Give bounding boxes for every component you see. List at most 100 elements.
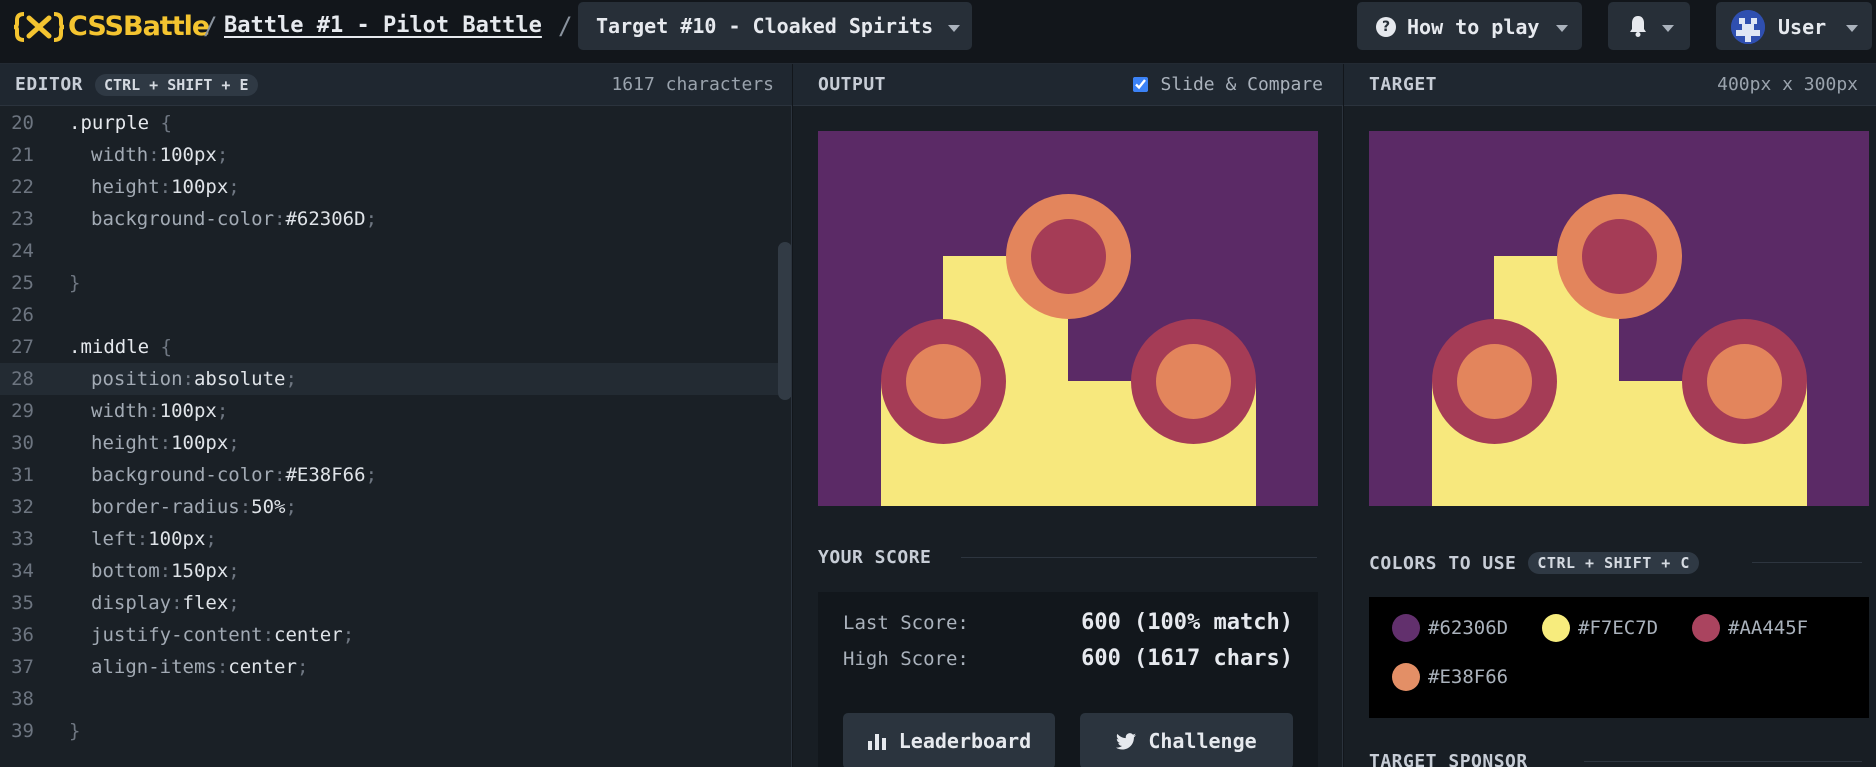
line-number: 35	[11, 592, 34, 614]
css-semicolon: ;	[365, 208, 378, 230]
output-shape-left-ring	[881, 319, 1006, 444]
output-preview[interactable]	[818, 131, 1318, 506]
line-number: 36	[11, 624, 34, 646]
css-colon: :	[159, 432, 172, 454]
line-number: 33	[11, 528, 34, 550]
notifications-button[interactable]	[1608, 2, 1690, 50]
avatar-pattern-icon	[1731, 10, 1765, 44]
code-text: width:100px;	[91, 395, 228, 427]
css-semicolon: ;	[216, 144, 229, 166]
slide-compare-checkbox[interactable]	[1133, 77, 1149, 92]
slide-compare-label: Slide & Compare	[1160, 74, 1323, 95]
color-dot	[1542, 614, 1570, 642]
colors-to-use-heading: COLORS TO USE CTRL + SHIFT + C	[1369, 552, 1699, 574]
color-swatch-purple[interactable]: #62306D	[1392, 614, 1508, 642]
css-selector: .purple	[69, 112, 150, 134]
code-text: height:100px;	[91, 427, 240, 459]
code-editor[interactable]: 20 .purple { 21 width:100px; 22 height:100px;…	[0, 106, 792, 767]
code-text: .middle {	[69, 331, 172, 363]
code-text: position:absolute;	[91, 363, 297, 395]
css-value: 150px	[171, 560, 229, 582]
target-shape-right-ring	[1682, 319, 1807, 444]
breadcrumb-battle-link[interactable]: Battle #1 - Pilot Battle	[224, 11, 542, 41]
css-value: #62306D	[285, 208, 366, 230]
code-line: 28 position:absolute;	[0, 363, 778, 395]
css-value: absolute	[193, 368, 286, 390]
color-code: #E38F66	[1428, 666, 1509, 688]
breadcrumb-separator: /	[558, 12, 573, 40]
color-swatch-orange[interactable]: #E38F66	[1392, 663, 1508, 691]
code-line: 29 width:100px;	[0, 395, 778, 427]
color-palette: #62306D #F7EC7D #AA445F #E38F66	[1369, 597, 1869, 718]
chevron-down-icon	[1556, 25, 1568, 32]
css-property: border-radius	[91, 496, 240, 518]
css-colon: :	[159, 176, 172, 198]
chevron-down-icon	[948, 25, 960, 32]
output-panel: YOUR SCORE Last Score: 600 (100% match) …	[793, 106, 1343, 767]
css-brace: {	[149, 336, 172, 358]
challenge-button[interactable]: Challenge	[1080, 713, 1293, 767]
user-menu-button[interactable]: User	[1716, 2, 1872, 50]
css-property: background-color	[91, 464, 275, 486]
code-text: border-radius:50%;	[91, 491, 297, 523]
code-line: 25}	[0, 267, 778, 299]
colors-shortcut-badge: CTRL + SHIFT + C	[1528, 552, 1699, 574]
bar-chart-icon	[867, 734, 886, 750]
css-property: display	[91, 592, 172, 614]
target-preview[interactable]	[1369, 131, 1869, 506]
code-line: 37 align-items:center;	[0, 651, 778, 683]
code-line: 27 .middle {	[0, 331, 778, 363]
css-value: center	[228, 656, 297, 678]
line-number: 32	[11, 496, 34, 518]
css-brace: }	[69, 272, 81, 294]
editor-header: EDITOR CTRL + SHIFT + E 1617 characters	[0, 64, 792, 106]
slide-compare-toggle[interactable]: Slide & Compare	[1133, 74, 1323, 95]
code-line: 32 border-radius:50%;	[0, 491, 778, 523]
target-size: 400px x 300px	[1717, 74, 1858, 95]
css-colon: :	[148, 400, 160, 422]
line-number: 34	[11, 560, 34, 582]
code-text: left:100px;	[91, 523, 217, 555]
css-semicolon: ;	[285, 496, 297, 518]
css-colon: :	[159, 560, 172, 582]
divider	[1752, 562, 1862, 563]
avatar	[1731, 10, 1765, 44]
high-score-label: High Score:	[843, 648, 969, 670]
code-line: 26	[0, 299, 778, 331]
code-text: display:flex;	[91, 587, 240, 619]
output-title: OUTPUT	[818, 74, 887, 95]
colors-to-use-title: COLORS TO USE	[1369, 552, 1517, 574]
challenge-label: Challenge	[1148, 729, 1257, 753]
cssbattle-logo[interactable]: CSSBattle	[14, 11, 210, 43]
css-brace: {	[149, 112, 172, 134]
line-number: 28	[11, 368, 34, 390]
editor-title: EDITOR	[15, 74, 84, 95]
leaderboard-button[interactable]: Leaderboard	[843, 713, 1055, 767]
how-to-play-button[interactable]: ? How to play	[1357, 2, 1582, 50]
css-value: 50%	[251, 496, 286, 518]
last-score-label: Last Score:	[843, 612, 969, 634]
code-text: }	[69, 715, 80, 747]
css-semicolon: ;	[285, 368, 297, 390]
css-colon: :	[171, 592, 183, 614]
editor-scrollbar[interactable]	[778, 242, 791, 400]
line-number: 24	[11, 240, 34, 262]
css-value: 100px	[171, 432, 229, 454]
css-colon: :	[262, 624, 275, 646]
chevron-down-icon	[1846, 25, 1858, 32]
code-line: 22 height:100px;	[0, 171, 778, 203]
line-number: 30	[11, 432, 34, 454]
css-value: 100px	[159, 400, 217, 422]
code-line: 20 .purple {	[0, 107, 778, 139]
target-shape-left-ring	[1432, 319, 1557, 444]
line-number: 21	[11, 144, 34, 166]
code-text: .purple {	[69, 107, 172, 139]
code-text: height:100px;	[91, 171, 240, 203]
color-swatch-red[interactable]: #AA445F	[1692, 614, 1808, 642]
line-number: 37	[11, 656, 34, 678]
css-property: bottom	[91, 560, 160, 582]
divider	[961, 557, 1317, 558]
code-line: 30 height:100px;	[0, 427, 778, 459]
target-select-dropdown[interactable]: Target #10 - Cloaked Spirits	[578, 2, 972, 50]
color-swatch-yellow[interactable]: #F7EC7D	[1542, 614, 1658, 642]
